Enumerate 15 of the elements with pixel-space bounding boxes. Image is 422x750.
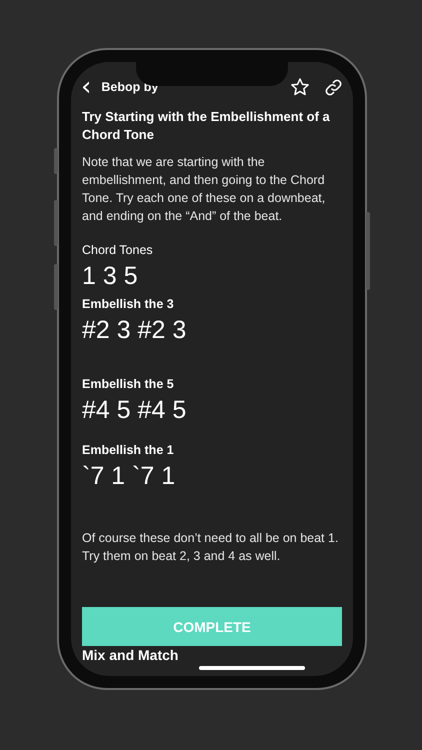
section-label: Chord Tones [82,242,154,259]
note-numbers: #2 3 #2 3 [82,315,188,346]
star-icon[interactable] [290,77,310,97]
section-subheading: Embellish the 1 [82,442,175,459]
body-text: Note that we are starting with the embellishment, and then going to the Chord Tone. Try each one of these on a downbeat, and ending on the “And” of the beat. [82,154,326,225]
lesson-heading: Try Starting with the Embellishment of a Chord Tone [82,108,331,144]
section-subheading: Embellish the 5 [82,376,175,393]
back-button[interactable]: ‹ [79,76,94,98]
note-numbers: `7 1 `7 1 [82,461,176,492]
note-numbers: 1 3 5 [82,261,139,292]
section-subheading: Embellish the 3 [82,296,175,313]
note-numbers: #4 5 #4 5 [82,395,188,426]
body-text: Of course these don’t need to all be on beat 1. Try them on beat 2, 3 and 4 as well. [82,530,340,565]
link-icon[interactable] [324,78,343,96]
next-heading: Mix and Match [82,647,178,663]
